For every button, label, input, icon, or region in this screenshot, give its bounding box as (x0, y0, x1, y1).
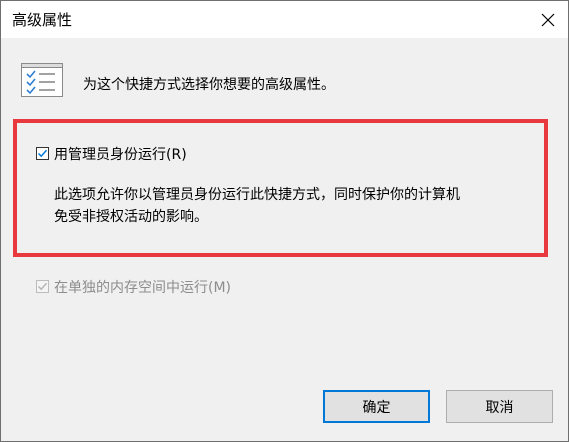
ok-button[interactable]: 确定 (323, 390, 430, 423)
header-instruction: 为这个快捷方式选择你想要的高级属性。 (83, 77, 335, 93)
run-as-admin-checkbox[interactable] (36, 147, 49, 160)
close-button[interactable] (528, 1, 568, 38)
description-line: 免受非授权活动的影响。 (54, 209, 208, 225)
description-line: 此选项允许你以管理员身份运行此快捷方式，同时保护你的计算机 (54, 187, 460, 203)
separate-memory-checkbox (36, 280, 49, 293)
close-icon (541, 13, 555, 26)
run-as-admin-label[interactable]: 用管理员身份运行(R) (54, 144, 187, 164)
run-as-admin-description: 此选项允许你以管理员身份运行此快捷方式，同时保护你的计算机 免受非授权活动的影响… (54, 184, 460, 228)
title-bar[interactable]: 高级属性 (1, 1, 568, 38)
cancel-button[interactable]: 取消 (446, 390, 553, 423)
checklist-icon (21, 63, 63, 97)
dialog-body: 为这个快捷方式选择你想要的高级属性。 用管理员身份运行(R) 此选项允许你以管理… (1, 38, 568, 441)
separate-memory-label: 在单独的内存空间中运行(M) (54, 280, 232, 296)
checkmark-icon (37, 149, 48, 158)
advanced-properties-dialog: 高级属性 为这个快捷方式选择你想要的高级属性。 用管理员身份运行(R) 此选项允… (0, 0, 569, 442)
checkmark-icon (37, 282, 48, 291)
window-title: 高级属性 (12, 11, 73, 29)
